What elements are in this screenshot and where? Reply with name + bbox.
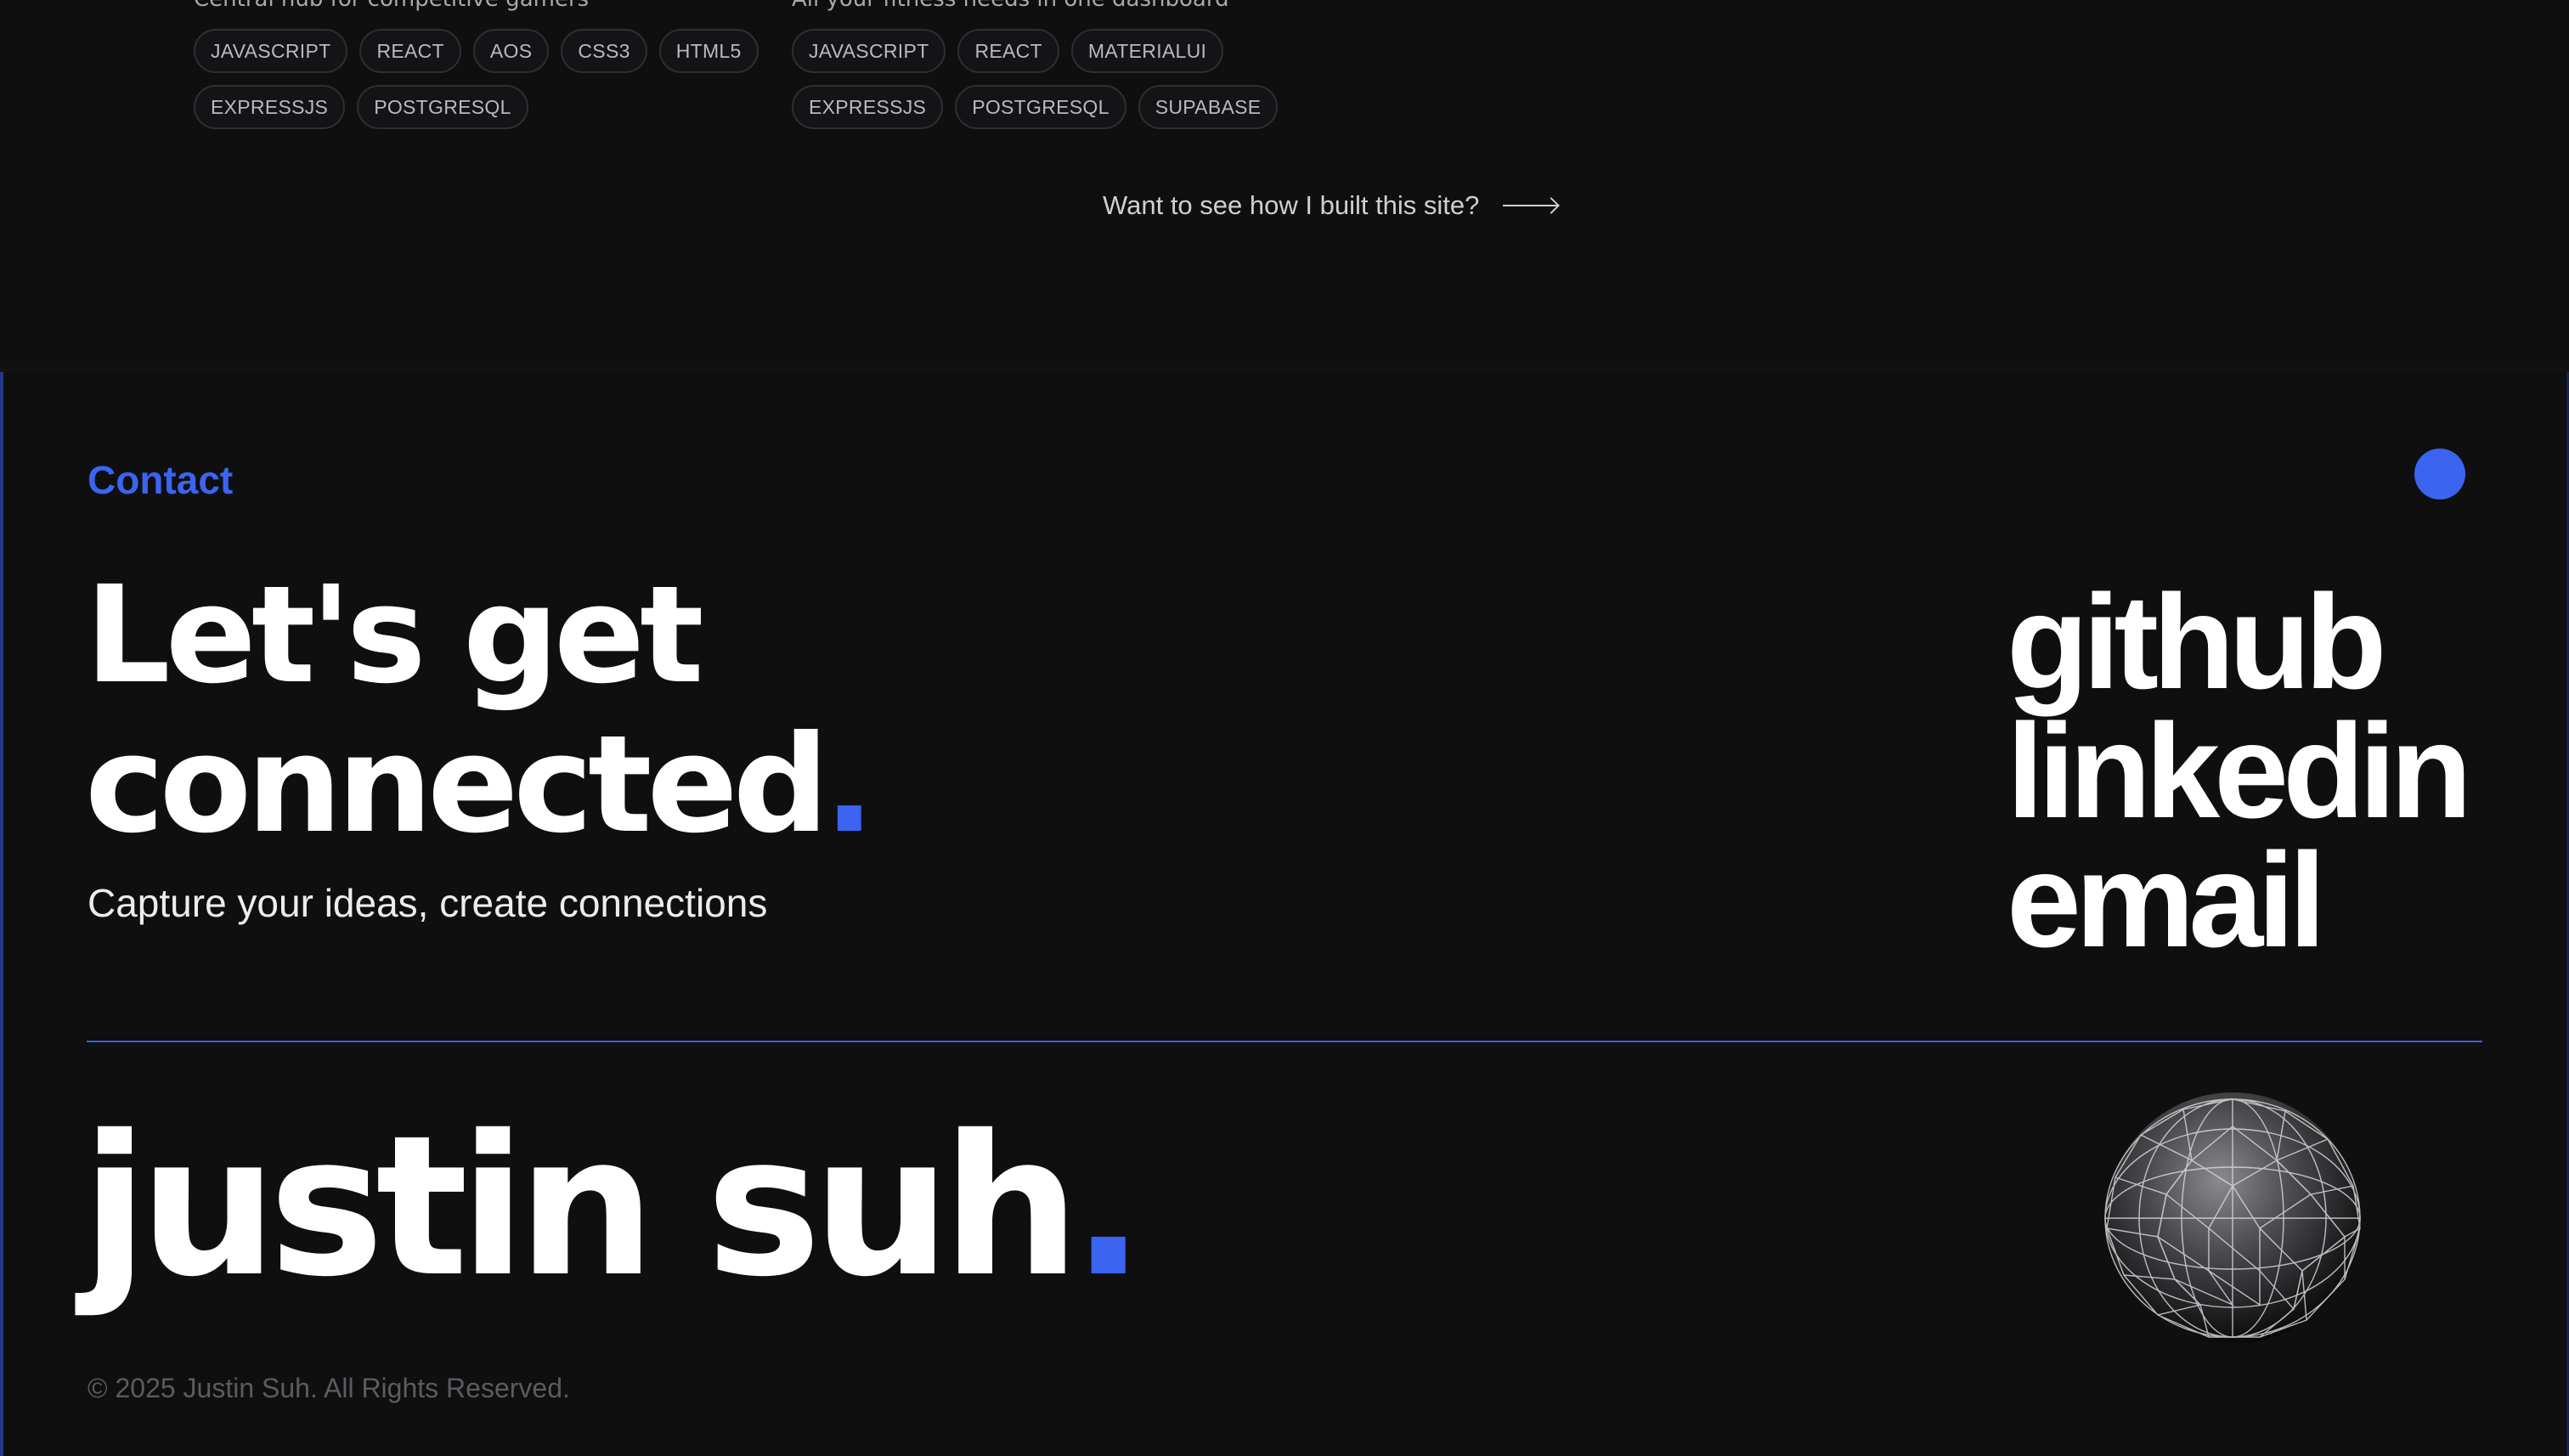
tag: POSTGRESQL — [357, 85, 528, 129]
github-link[interactable]: github — [2007, 575, 2466, 709]
left-edge-glow — [0, 365, 3, 1456]
linkedin-link[interactable]: linkedin — [2007, 704, 2472, 838]
brand-period: . — [1071, 1093, 1145, 1319]
section-divider — [0, 357, 2569, 372]
tag: REACT — [359, 29, 461, 73]
accent-dot-icon — [2414, 449, 2465, 499]
tag: JAVASCRIPT — [194, 29, 348, 73]
tag: EXPRESSJS — [792, 85, 944, 129]
copyright-text: © 2025 Justin Suh. All Rights Reserved. — [88, 1373, 570, 1403]
tag: EXPRESSJS — [194, 85, 346, 129]
tag: HTML5 — [658, 29, 759, 73]
portfolio-page: Central hub for competitive gamers JAVAS… — [0, 0, 2569, 1456]
project-description: Central hub for competitive gamers — [194, 0, 589, 10]
project-tags: JAVASCRIPT REACT AOS CSS3 HTML5 EXPRESSJ… — [194, 29, 788, 129]
headline-word: connected — [85, 707, 829, 863]
social-links: github linkedin email — [2007, 575, 2472, 968]
footer-brand: justin suh. — [82, 1093, 1145, 1319]
how-i-built-label: Want to see how I built this site? — [1103, 190, 1480, 220]
email-link[interactable]: email — [2007, 833, 2466, 968]
contact-section-label: Contact — [88, 458, 234, 502]
tag: POSTGRESQL — [955, 85, 1126, 129]
how-i-built-link[interactable]: Want to see how I built this site? — [1103, 190, 1559, 221]
headline-line-1: Let's get — [85, 557, 704, 714]
arrow-right-icon — [1503, 197, 1559, 214]
footer-rule — [87, 1041, 2482, 1042]
contact-headline: Let's get connected. — [85, 561, 1104, 860]
brand-name: justin suh — [82, 1093, 1080, 1319]
headline-line-2: connected. — [85, 710, 1104, 860]
tag: CSS3 — [561, 29, 647, 73]
tag: JAVASCRIPT — [792, 29, 946, 73]
headline-period: . — [823, 707, 875, 863]
project-tags: JAVASCRIPT REACT MATERIALUI EXPRESSJS PO… — [792, 29, 1386, 129]
wireframe-globe-icon — [2104, 1092, 2361, 1344]
contact-subline: Capture your ideas, create connections — [88, 881, 768, 925]
project-description: All your fitness needs in one dashboard — [792, 0, 1229, 10]
tag: REACT — [957, 29, 1059, 73]
tag: MATERIALUI — [1070, 29, 1224, 73]
tag: SUPABASE — [1138, 85, 1279, 129]
tag: AOS — [472, 29, 550, 73]
